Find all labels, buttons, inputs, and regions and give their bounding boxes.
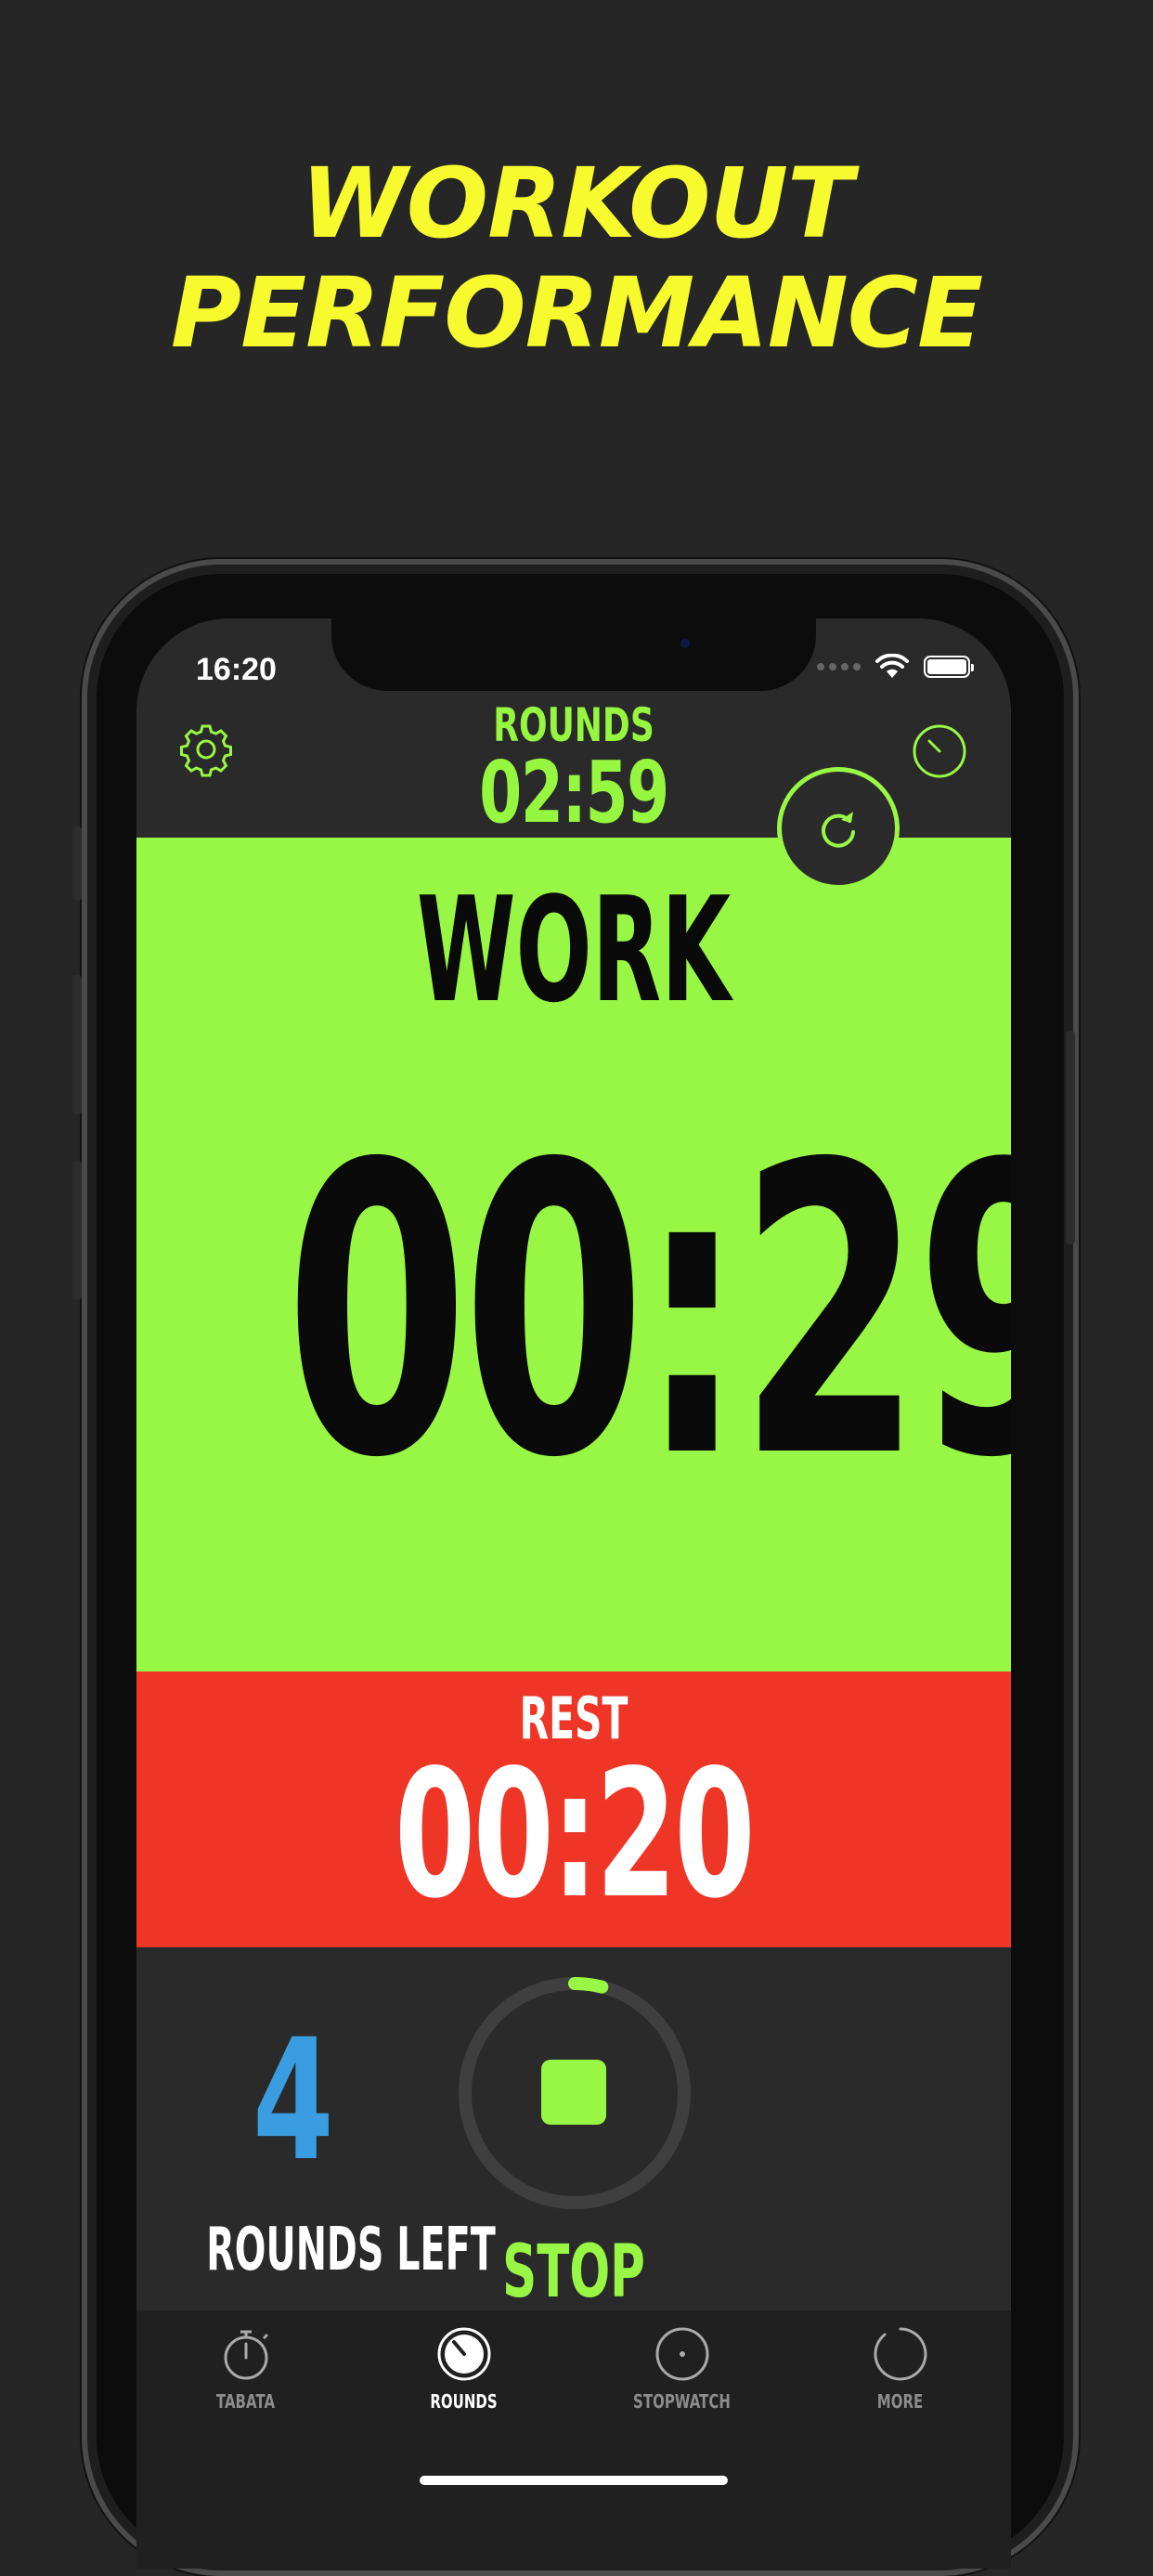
work-time: 00:29 [285, 1081, 1011, 1545]
phone-mute-switch [72, 826, 82, 901]
timer-icon [913, 724, 966, 778]
status-indicators [817, 654, 974, 680]
tab-label-more: MORE [876, 2390, 924, 2413]
stopwatch-icon [224, 2330, 268, 2380]
stop-label[interactable]: STOP [285, 2232, 862, 2312]
camera-dot [680, 639, 690, 648]
timer-button[interactable] [911, 722, 968, 785]
signal-icon [817, 663, 861, 670]
tab-label-stopwatch: STOPWATCH [633, 2390, 731, 2413]
more-circle-icon [874, 2327, 926, 2381]
stopwatch-dot-icon [655, 2327, 708, 2381]
promo-headline: WORKOUT PERFORMANCE [0, 149, 1153, 368]
rounds-icon [437, 2327, 490, 2381]
work-label: WORK [416, 865, 732, 1034]
tab-label-tabata: TABATA [215, 2390, 276, 2413]
wifi-icon [875, 654, 909, 678]
tab-stopwatch[interactable]: STOPWATCH [573, 2310, 791, 2450]
headline-line-2: PERFORMANCE [170, 256, 983, 370]
tab-tabata[interactable]: TABATA [136, 2310, 355, 2450]
app-screen: 16:20 ROUNDS 02:59 WORK 00:29 [136, 618, 1011, 2569]
rest-panel: REST 00:20 [136, 1672, 1011, 1947]
phone-notch [331, 618, 816, 691]
tab-bar: TABATA ROUNDS STOPWATCH MORE [136, 2310, 1011, 2569]
gear-icon [180, 724, 232, 777]
home-indicator [420, 2476, 728, 2485]
headline-line-1: WORKOUT [301, 147, 853, 260]
tab-more[interactable]: MORE [791, 2310, 1009, 2450]
status-time: 16:20 [196, 652, 277, 687]
rest-time: 00:20 [395, 1732, 756, 1937]
work-panel: WORK 00:29 [136, 838, 1011, 1672]
phone-power-button [1066, 1031, 1075, 1244]
tab-rounds[interactable]: ROUNDS [355, 2310, 573, 2450]
tab-label-rounds: ROUNDS [430, 2390, 498, 2413]
reset-button[interactable] [777, 767, 900, 890]
reset-icon [822, 812, 855, 848]
phone-volume-down [72, 1161, 82, 1300]
battery-icon [924, 656, 974, 678]
phone-volume-up [72, 975, 82, 1114]
settings-button[interactable] [177, 721, 235, 783]
stop-button[interactable] [541, 2060, 606, 2125]
